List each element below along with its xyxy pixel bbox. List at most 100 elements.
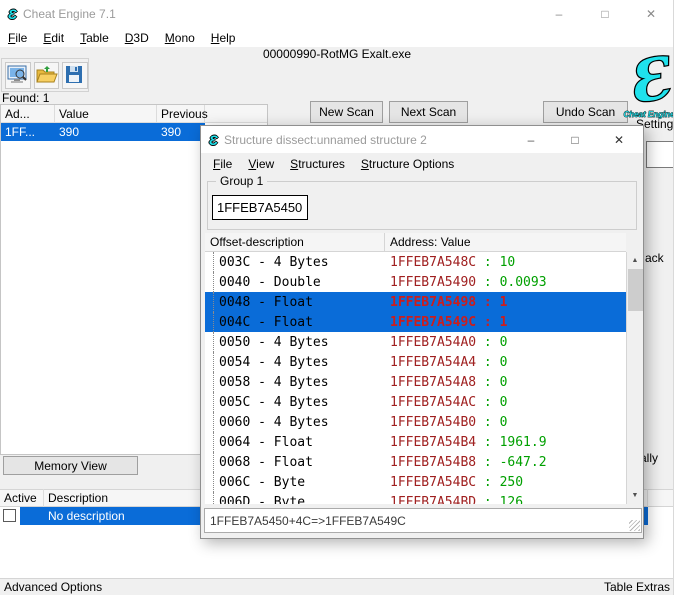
menu-edit[interactable]: Edit [35,29,72,47]
window-title: Cheat Engine 7.1 [23,7,116,21]
dissect-row[interactable]: 005C - 4 Bytes1FFEB7A54AC : 0 [205,392,626,412]
offset-description: 003C - 4 Bytes [205,255,329,270]
offset-description: 006D - Byte [205,495,305,505]
minimize-button[interactable]: – [536,0,582,28]
main-menubar: FileEditTableD3DMonoHelp [0,28,674,47]
address-value: 1FFEB7A5498 : 1 [390,295,507,310]
scan-row-value: 390 [55,125,157,139]
offset-description: 006C - Byte [205,475,305,490]
menu-table[interactable]: Table [72,29,117,47]
dissect-row[interactable]: 0050 - 4 Bytes1FFEB7A54A0 : 0 [205,332,626,352]
select-process-button[interactable] [5,62,31,89]
menu-structure-options[interactable]: Structure Options [353,155,462,173]
dissect-row[interactable]: 0048 - Float 1FFEB7A5498 : 1 [205,292,626,312]
scan-result-row[interactable]: 1FF...390390 [1,123,205,141]
next-scan-button[interactable]: Next Scan [389,101,468,123]
offset-description: 0050 - 4 Bytes [205,335,329,350]
dissect-row[interactable]: 0068 - Float1FFEB7A54B8 : -647.2 [205,452,626,472]
dissect-row[interactable]: 003C - 4 Bytes1FFEB7A548C : 10 [205,252,626,272]
menu-help[interactable]: Help [203,29,244,47]
column-header-active[interactable]: Active [0,489,44,507]
offset-description: 004C - Float [205,315,313,330]
dissect-row-list[interactable]: 003C - 4 Bytes1FFEB7A548C : 100040 - Dou… [205,252,626,504]
menu-d3d[interactable]: D3D [117,29,157,47]
dissect-row[interactable]: 0040 - Double1FFEB7A5490 : 0.0093 [205,272,626,292]
menu-file[interactable]: File [0,29,35,47]
cheat-engine-app-icon: Ɛ [8,7,17,21]
scroll-down-button[interactable]: ▼ [627,487,643,504]
dissect-row[interactable]: 004C - Float 1FFEB7A549C : 1 [205,312,626,332]
active-checkbox[interactable] [3,509,16,522]
scrollbar-thumb[interactable] [628,269,643,311]
open-folder-icon [36,65,58,85]
partial-label-ack: ack [645,251,664,265]
address-value: 1FFEB7A54AC : 0 [390,395,507,410]
column-header-value[interactable]: Value [55,105,157,123]
cheat-engine-main-window: Ɛ Cheat Engine 7.1 – □ ✕ FileEditTableD3… [0,0,674,595]
scan-row-previous: 390 [157,125,205,139]
dissect-window-controls: – □ ✕ [509,126,641,153]
dissect-menubar: FileViewStructuresStructure Options [201,153,643,175]
dissect-minimize-button[interactable]: – [509,126,553,153]
menu-file[interactable]: File [205,155,240,173]
dissect-row[interactable]: 0054 - 4 Bytes1FFEB7A54A4 : 0 [205,352,626,372]
dissect-column-header: Offset-description Address: Value [205,233,626,252]
attached-process-label: 00000990-RotMG Exalt.exe [0,47,674,61]
offset-description: 0058 - 4 Bytes [205,375,329,390]
logo-glyph: Ɛ [623,48,674,117]
window-controls: – □ ✕ [536,0,674,28]
dissect-maximize-button[interactable]: □ [553,126,597,153]
offset-description: 0064 - Float [205,435,313,450]
menu-mono[interactable]: Mono [157,29,203,47]
column-header-offset-description[interactable]: Offset-description [205,233,385,252]
open-table-button[interactable] [34,62,60,89]
advanced-options-link[interactable]: Advanced Options [4,580,102,594]
undo-scan-button[interactable]: Undo Scan [543,101,628,123]
maximize-button[interactable]: □ [582,0,628,28]
dissect-row[interactable]: 0060 - 4 Bytes1FFEB7A54B0 : 0 [205,412,626,432]
found-count-label: Found: 1 [2,91,49,105]
dissect-row[interactable]: 006C - Byte 1FFEB7A54BC : 250 [205,472,626,492]
dissect-close-button[interactable]: ✕ [597,126,641,153]
structure-dissect-window: Ɛ Structure dissect:unnamed structure 2 … [200,125,644,539]
column-header-previous[interactable]: Previous [157,105,205,123]
dissect-scrollbar[interactable]: ▲ ▼ [626,252,643,504]
address-value: 1FFEB7A54B4 : 1961.9 [390,435,547,450]
address-value: 1FFEB7A549C : 1 [390,315,507,330]
address-value: 1FFEB7A54BD : 126 [390,495,523,505]
dissect-titlebar[interactable]: Ɛ Structure dissect:unnamed structure 2 … [201,126,643,153]
dissect-window-title: Structure dissect:unnamed structure 2 [224,133,427,147]
column-header-address[interactable]: Ad... [1,105,55,123]
structure-address-input[interactable] [212,195,308,220]
dissect-row[interactable]: 0064 - Float 1FFEB7A54B4 : 1961.9 [205,432,626,452]
computer-icon [7,65,29,85]
memory-view-button[interactable]: Memory View [3,456,138,475]
column-header-address-value[interactable]: Address: Value [385,235,471,249]
cheat-engine-logo: Ɛ Cheat Engine [620,48,674,124]
offset-description: 0040 - Double [205,275,321,290]
resize-grip[interactable] [629,520,640,531]
menu-structures[interactable]: Structures [282,155,353,173]
scan-value-input[interactable] [646,141,674,168]
dissect-row[interactable]: 0058 - 4 Bytes 1FFEB7A54A8 : 0 [205,372,626,392]
main-toolbar [1,58,89,92]
main-titlebar[interactable]: Ɛ Cheat Engine 7.1 – □ ✕ [0,0,674,28]
dissect-row[interactable]: 006D - Byte 1FFEB7A54BD : 126 [205,492,626,504]
save-table-button[interactable] [62,62,88,89]
scan-results-header: Ad... Value Previous [1,105,267,123]
table-extras-link[interactable]: Table Extras [604,580,670,594]
close-button[interactable]: ✕ [628,0,674,28]
new-scan-button[interactable]: New Scan [310,101,383,123]
menu-view[interactable]: View [240,155,282,173]
group-1-box: Group 1 [207,181,637,230]
logo-caption: Cheat Engine [623,110,674,119]
dissect-statusbar: 1FFEB7A5450+4C=>1FFEB7A549C [204,508,642,533]
save-disk-icon [64,65,86,85]
address-value: 1FFEB7A54A4 : 0 [390,355,507,370]
offset-description: 0068 - Float [205,455,313,470]
scroll-up-button[interactable]: ▲ [627,252,643,269]
address-value: 1FFEB7A54A8 : 0 [390,375,507,390]
address-value: 1FFEB7A54B0 : 0 [390,415,507,430]
address-value: 1FFEB7A54BC : 250 [390,475,523,490]
offset-description: 0048 - Float [205,295,313,310]
